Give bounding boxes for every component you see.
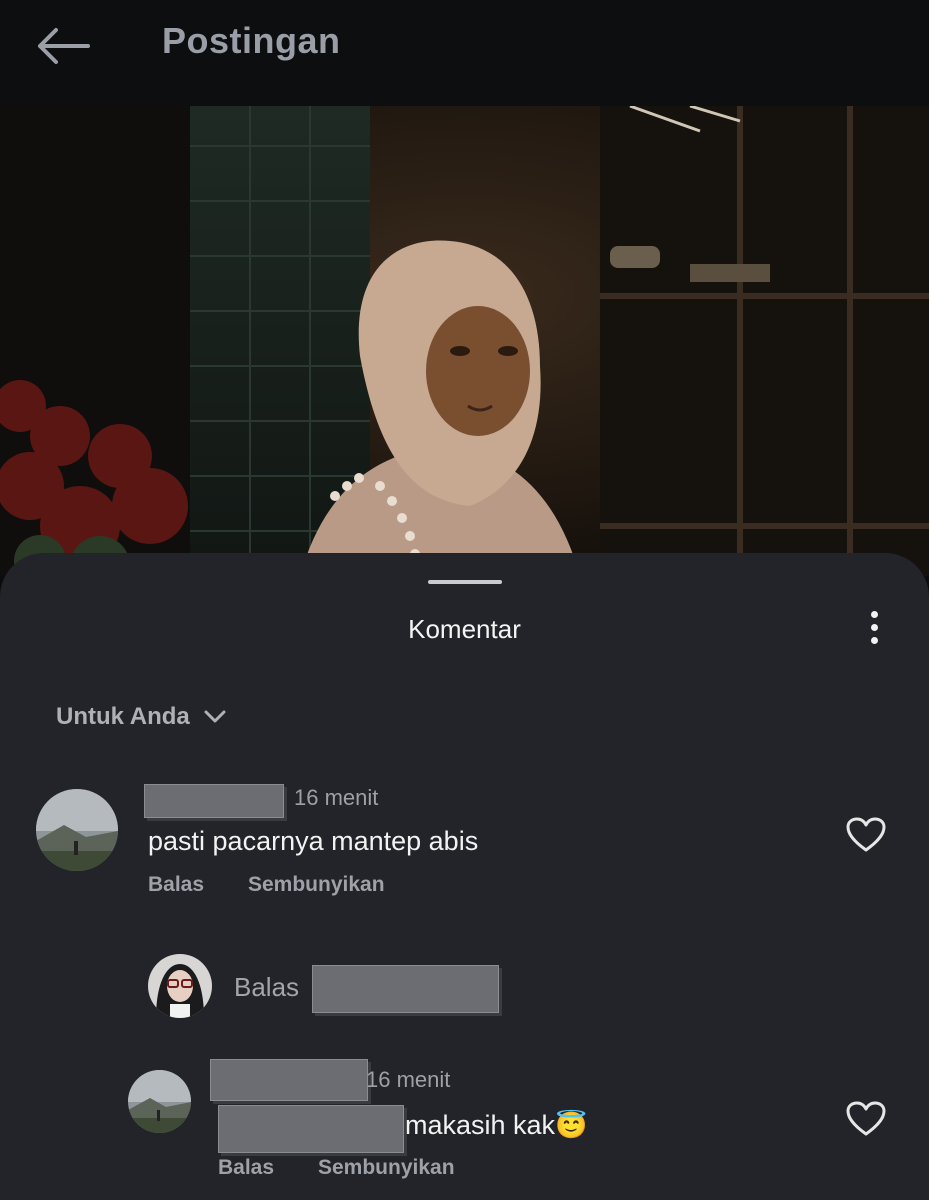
heart-outline-icon — [846, 817, 886, 852]
avatar-image — [128, 1070, 191, 1133]
like-button[interactable] — [846, 817, 886, 853]
avatar-image — [148, 954, 212, 1018]
comment-text: pasti pacarnya mantep abis — [148, 826, 479, 856]
drag-handle[interactable] — [428, 580, 502, 584]
comment-sort-label: Untuk Anda — [56, 703, 190, 730]
post-photo[interactable] — [0, 106, 929, 576]
heart-outline-icon — [846, 1101, 886, 1136]
current-user-avatar — [148, 954, 212, 1018]
comment-sort-dropdown[interactable]: Untuk Anda — [56, 703, 226, 731]
username-redacted — [144, 784, 284, 818]
smiling-halo-emoji: 😇 — [555, 1110, 588, 1140]
avatar-image — [36, 789, 118, 871]
hide-button[interactable]: Sembunyikan — [318, 1156, 455, 1180]
mention-redacted — [218, 1105, 404, 1153]
hide-button[interactable]: Sembunyikan — [248, 873, 385, 897]
username-redacted — [210, 1059, 368, 1101]
reply-time: 16 menit — [366, 1067, 451, 1092]
top-bar: Postingan — [0, 0, 929, 106]
comments-sheet: Komentar Untuk Anda 16 menit pasti pacar… — [0, 553, 929, 1200]
comment-time: 16 menit — [294, 785, 379, 810]
reply-text-line: makasih kak😇 — [405, 1110, 587, 1141]
like-button[interactable] — [846, 1101, 886, 1137]
chevron-down-icon — [204, 710, 226, 723]
reply-button[interactable]: Balas — [148, 873, 204, 897]
post-photo-image — [0, 106, 929, 576]
commenter-avatar[interactable] — [36, 789, 118, 871]
page-title: Postingan — [162, 20, 341, 61]
reply-text: makasih kak — [405, 1110, 556, 1140]
comments-title: Komentar — [408, 614, 521, 644]
replier-avatar[interactable] — [128, 1070, 191, 1133]
reply-button[interactable]: Balas — [218, 1156, 274, 1180]
back-button[interactable] — [34, 26, 92, 66]
arrow-left-icon — [38, 28, 90, 64]
reply-input-label: Balas — [234, 972, 300, 1002]
more-options-button[interactable] — [862, 609, 886, 647]
reply-target-redacted — [312, 965, 499, 1013]
